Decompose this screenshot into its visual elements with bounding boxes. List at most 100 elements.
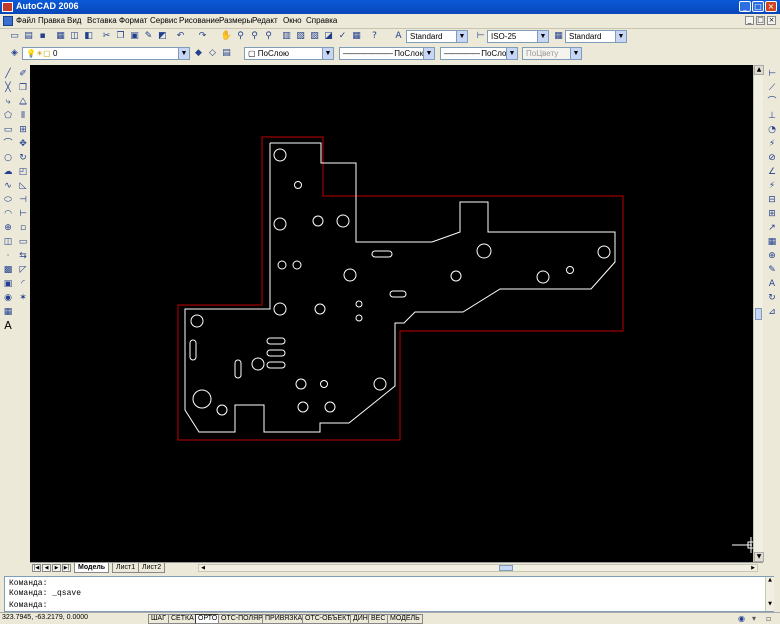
circle-icon[interactable]: ○	[2, 152, 14, 164]
insert-block-icon[interactable]: ⊕	[2, 222, 14, 234]
drawing-area[interactable]	[30, 65, 755, 562]
scroll-left-icon[interactable]: ◀	[199, 565, 207, 571]
make-block-icon[interactable]: ◫	[2, 236, 14, 248]
prev-tab-icon[interactable]: ◀	[42, 564, 51, 572]
markup-icon[interactable]: ✓	[336, 30, 349, 43]
tab-model[interactable]: Модель	[74, 563, 110, 573]
hole[interactable]	[355, 314, 363, 322]
point-icon[interactable]: ·	[2, 250, 14, 262]
scroll-up-icon[interactable]: ▲	[754, 65, 764, 75]
explode-icon[interactable]: ✶	[17, 292, 29, 304]
save-icon[interactable]: ▪	[36, 30, 49, 43]
break-icon[interactable]: ▭	[17, 236, 29, 248]
first-tab-icon[interactable]: |◀	[32, 564, 41, 572]
layer-states-icon[interactable]: ▤	[220, 47, 233, 60]
scroll-down-icon[interactable]: ▼	[754, 552, 764, 562]
hole[interactable]	[314, 303, 326, 315]
ellipse-arc-icon[interactable]: ◠	[2, 208, 14, 220]
ellipse-icon[interactable]: ⬭	[2, 194, 14, 206]
hole[interactable]	[476, 243, 492, 259]
command-prompt[interactable]: Команда:	[9, 601, 47, 610]
block-editor-icon[interactable]: ◩	[156, 30, 169, 43]
chamfer-icon[interactable]: ◸	[17, 264, 29, 276]
slot[interactable]	[389, 290, 407, 298]
design-center-icon[interactable]: ▧	[294, 30, 307, 43]
minimize-button[interactable]: _	[739, 1, 751, 12]
gradient-icon[interactable]: ▣	[2, 278, 14, 290]
linear-dim-icon[interactable]: ⊢	[766, 68, 778, 80]
hole[interactable]	[273, 302, 287, 316]
zoom-realtime-icon[interactable]: ⚲	[234, 30, 247, 43]
angular-dim-icon[interactable]: ∠	[766, 166, 778, 178]
radius-dim-icon[interactable]: ◔	[766, 124, 778, 136]
menu-insert[interactable]: Вставка	[87, 16, 117, 25]
hole[interactable]	[192, 389, 212, 409]
ordinate-dim-icon[interactable]: ⊥	[766, 110, 778, 122]
hole[interactable]	[297, 401, 309, 413]
hole[interactable]	[355, 300, 363, 308]
publish-icon[interactable]: ◧	[82, 30, 95, 43]
menu-edit[interactable]: Правка	[38, 16, 65, 25]
center-mark-icon[interactable]: ⊕	[766, 250, 778, 262]
ortho-toggle[interactable]: ОРТО	[195, 614, 221, 624]
help-icon[interactable]: ?	[368, 30, 381, 43]
pan-icon[interactable]: ✋	[220, 30, 233, 43]
otrack-toggle[interactable]: ОТС-ОБЪЕКТ	[302, 614, 354, 624]
command-scrollbar[interactable]: ▲ ▼	[765, 577, 774, 611]
scroll-right-icon[interactable]: ▶	[749, 565, 757, 571]
table-style-select[interactable]: Standard ▼	[565, 30, 627, 43]
doc-minimize-button[interactable]: _	[745, 16, 754, 25]
slot[interactable]	[371, 250, 393, 258]
tolerance-icon[interactable]: ▦	[766, 236, 778, 248]
menu-format[interactable]: Формат	[119, 16, 147, 25]
command-line-window[interactable]: Команда: Команда: _qsave Команда: ▲ ▼	[4, 576, 774, 612]
polyline-icon[interactable]: ⤷	[2, 96, 14, 108]
clean-screen-icon[interactable]: ▫	[766, 614, 776, 624]
vertical-scrollbar[interactable]: ▲ ▼	[753, 65, 764, 562]
menu-window[interactable]: Окно	[283, 16, 302, 25]
break-at-point-icon[interactable]: ▫	[17, 222, 29, 234]
tab-layout1[interactable]: Лист1	[112, 563, 140, 573]
table-icon[interactable]: ▦	[2, 306, 14, 318]
hole[interactable]	[336, 214, 350, 228]
autocad-app-icon[interactable]	[2, 2, 13, 12]
zoom-window-icon[interactable]: ⚲	[248, 30, 261, 43]
hole[interactable]	[273, 217, 287, 231]
match-properties-icon[interactable]: ✎	[142, 30, 155, 43]
mirror-icon[interactable]: ⧋	[17, 96, 29, 108]
document-icon[interactable]	[3, 16, 13, 26]
slot[interactable]	[266, 349, 286, 357]
print-icon[interactable]: ▦	[54, 30, 67, 43]
hole[interactable]	[273, 148, 287, 162]
polygon-icon[interactable]: ⬠	[2, 110, 14, 122]
region-icon[interactable]: ◉	[2, 292, 14, 304]
undo-icon[interactable]: ↶	[174, 30, 187, 43]
hatch-icon[interactable]: ▩	[2, 264, 14, 276]
calculator-icon[interactable]: ▦	[350, 30, 363, 43]
extend-icon[interactable]: ⊢	[17, 208, 29, 220]
array-icon[interactable]: ⊞	[17, 124, 29, 136]
paste-icon[interactable]: ▣	[128, 30, 141, 43]
lineweight-select[interactable]: ————— ПоСлою ▼	[440, 47, 518, 60]
model-toggle[interactable]: МОДЕЛЬ	[387, 614, 423, 624]
fillet-icon[interactable]: ◜	[17, 278, 29, 290]
lineweight-toggle[interactable]: ВЕС	[368, 614, 389, 624]
scroll-down-icon[interactable]: ▼	[766, 601, 774, 609]
drawing-canvas[interactable]	[30, 65, 755, 562]
polar-toggle[interactable]: ОТС-ПОЛЯР	[218, 614, 266, 624]
sheet-set-icon[interactable]: ◪	[322, 30, 335, 43]
copy-icon[interactable]: ❐	[114, 30, 127, 43]
tab-layout2[interactable]: Лист2	[138, 563, 166, 573]
properties-icon[interactable]: ▥	[280, 30, 293, 43]
layer-previous-icon[interactable]: ◇	[206, 47, 219, 60]
hole[interactable]	[373, 377, 387, 391]
new-icon[interactable]: ▭	[8, 30, 21, 43]
chevron-down-icon[interactable]: ▼	[423, 48, 434, 59]
hole[interactable]	[320, 380, 328, 388]
menu-tools[interactable]: Сервис	[150, 16, 177, 25]
line-icon[interactable]: ╱	[2, 68, 14, 80]
hole[interactable]	[597, 245, 611, 259]
slot[interactable]	[266, 337, 286, 345]
doc-restore-button[interactable]: □	[756, 16, 765, 25]
rectangle-icon[interactable]: ▭	[2, 124, 14, 136]
